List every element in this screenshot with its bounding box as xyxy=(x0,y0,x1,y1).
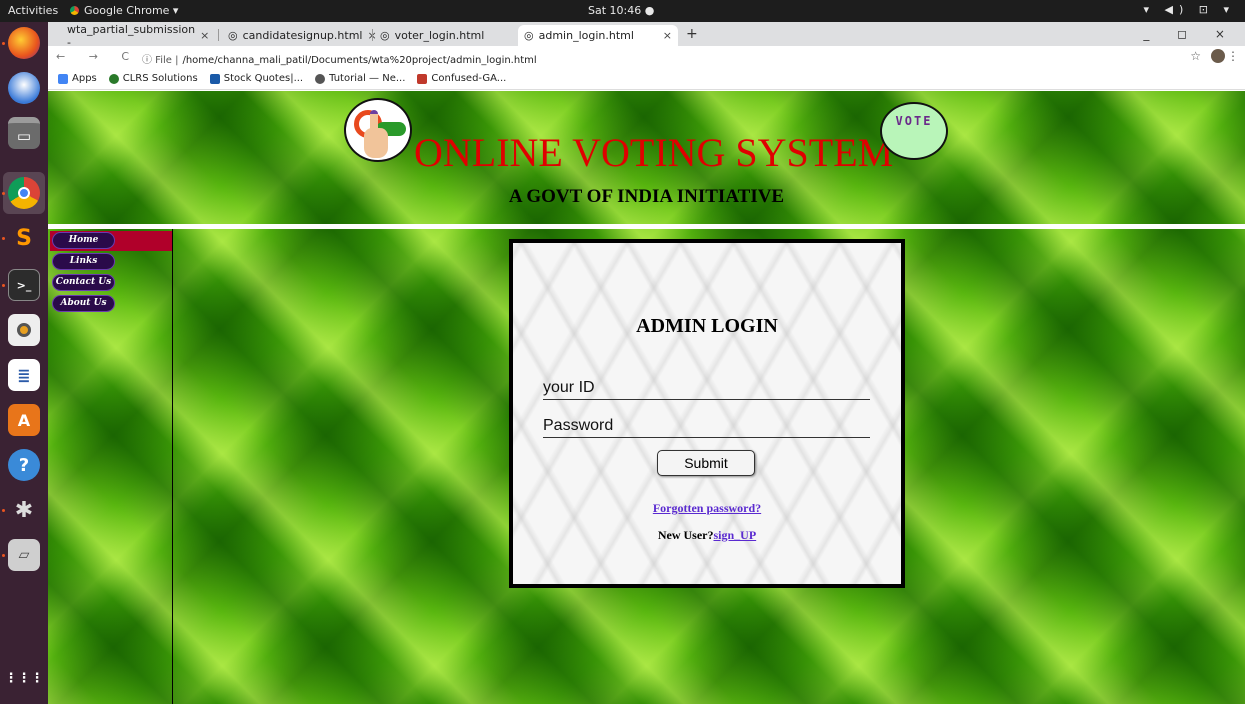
tab-voter-login[interactable]: ◎ voter_login.html xyxy=(374,25,516,46)
bookmark-label: Apps xyxy=(72,73,97,84)
tab-candidatesignup[interactable]: ◎ candidatesignup.html × xyxy=(222,25,377,46)
globe-icon: ◎ xyxy=(228,29,238,42)
bookmarks-bar: Apps CLRS Solutions Stock Quotes|... Tut… xyxy=(48,68,1245,90)
site-title: ONLINE VOTING SYSTEM xyxy=(414,130,894,175)
tab-strip: wta_partial_submission - × ◎ candidatesi… xyxy=(48,22,1245,49)
bookmark-confused-ga[interactable]: Confused-GA... xyxy=(417,73,506,84)
bookmark-label: Tutorial — Ne... xyxy=(329,73,406,84)
new-user-line: New User?sign_UP xyxy=(513,528,901,543)
chrome-window: wta_partial_submission - × ◎ candidatesi… xyxy=(48,22,1245,704)
chrome-menu-icon[interactable]: ⋮ xyxy=(1227,49,1239,63)
tab-label: voter_login.html xyxy=(394,29,485,42)
admin-id-input[interactable] xyxy=(543,376,870,400)
running-indicator xyxy=(2,284,5,287)
url-field[interactable]: ⓘ File | /home/channa_mali_patil/Document… xyxy=(142,51,537,66)
bookmark-star-icon[interactable]: ☆ xyxy=(1190,49,1201,63)
tab-label: candidatesignup.html xyxy=(242,29,363,42)
tab-close-icon[interactable]: × xyxy=(663,29,672,42)
running-indicator xyxy=(2,192,5,195)
site-info-icon[interactable]: ⓘ File | xyxy=(142,55,178,66)
bookmark-label: Stock Quotes|... xyxy=(223,73,304,84)
running-indicator xyxy=(2,237,5,240)
vote-logo-text: VOTE xyxy=(895,114,933,128)
dock: ▭ S >_ ≣ A ? ✱ ▱ ⋮⋮⋮ xyxy=(0,22,48,704)
page-header: ONLINE VOTING SYSTEM VOTE A GOVT OF INDI… xyxy=(48,91,1245,224)
new-tab-button[interactable]: + xyxy=(686,26,698,42)
firefox-icon[interactable] xyxy=(8,27,40,59)
system-tray[interactable]: ▾ ◀) ⊡ ▾ xyxy=(1143,3,1235,16)
bookmark-stock-quotes[interactable]: Stock Quotes|... xyxy=(209,73,304,84)
hand-shape xyxy=(364,128,388,158)
sublime-icon[interactable]: S xyxy=(8,222,40,254)
globe-icon: ◎ xyxy=(524,29,534,42)
app-menu-label: Google Chrome ▾ xyxy=(84,4,179,17)
clock[interactable]: Sat 10:46 ● xyxy=(588,4,654,17)
scanner-icon[interactable]: ▱ xyxy=(8,539,40,571)
app-grid-icon[interactable]: ⋮⋮⋮ xyxy=(5,662,44,694)
web-page: ONLINE VOTING SYSTEM VOTE A GOVT OF INDI… xyxy=(48,91,1245,704)
tab-label: admin_login.html xyxy=(538,29,634,42)
bookmark-label: Confused-GA... xyxy=(431,73,507,84)
signup-link[interactable]: sign_UP xyxy=(713,528,756,542)
clrs-icon xyxy=(108,73,119,84)
nav-contact-us[interactable]: Contact Us xyxy=(52,274,115,291)
bookmark-apps[interactable]: Apps xyxy=(58,73,97,84)
bookmark-tutorial[interactable]: Tutorial — Ne... xyxy=(315,73,405,84)
bookmark-label: CLRS Solutions xyxy=(122,73,198,84)
settings-icon[interactable]: ✱ xyxy=(8,494,40,526)
apps-grid-icon xyxy=(58,73,68,84)
tab-label: wta_partial_submission - xyxy=(67,22,196,49)
rhythmbox-icon[interactable] xyxy=(8,314,40,346)
globe-icon: ◎ xyxy=(380,29,390,42)
activities-button[interactable]: Activities xyxy=(8,4,58,17)
tab-separator xyxy=(218,29,219,41)
inked-finger xyxy=(370,110,378,132)
nav-links[interactable]: Links xyxy=(52,253,115,270)
ga-icon xyxy=(417,73,428,84)
new-user-label: New User? xyxy=(657,528,714,542)
software-center-icon[interactable]: A xyxy=(8,404,40,436)
running-indicator xyxy=(2,509,5,512)
tab-wta-partial-submission[interactable]: wta_partial_submission - × xyxy=(56,22,213,49)
chrome-small-icon xyxy=(70,6,79,15)
nav-buttons[interactable]: ← → C xyxy=(56,50,139,63)
app-menu[interactable]: Google Chrome ▾ xyxy=(70,4,178,17)
terminal-icon[interactable]: >_ xyxy=(8,269,40,301)
side-navigation: Home Links Contact Us About Us xyxy=(48,229,173,704)
stock-icon xyxy=(209,73,220,84)
bookmark-clrs-solutions[interactable]: CLRS Solutions xyxy=(108,73,198,84)
writer-icon[interactable]: ≣ xyxy=(8,359,40,391)
window-controls[interactable]: _ ◻ × xyxy=(1143,27,1237,41)
files-icon[interactable]: ▭ xyxy=(8,117,40,149)
system-top-bar: Activities Google Chrome ▾ Sat 10:46 ● ▾… xyxy=(0,0,1245,22)
address-bar-row: ← → C ⓘ File | /home/channa_mali_patil/Do… xyxy=(48,46,1245,68)
header-divider xyxy=(48,224,1245,229)
voting-hand-logo xyxy=(344,98,412,162)
login-heading: ADMIN LOGIN xyxy=(636,315,778,337)
chrome-icon[interactable] xyxy=(8,177,40,209)
help-icon[interactable]: ? xyxy=(8,449,40,481)
vote-logo: VOTE xyxy=(880,102,948,160)
tab-close-icon[interactable]: × xyxy=(200,29,209,42)
profile-avatar[interactable] xyxy=(1211,49,1225,63)
thunderbird-icon[interactable] xyxy=(8,72,40,104)
url-text: /home/channa_mali_patil/Documents/wta%20… xyxy=(182,55,537,66)
running-indicator xyxy=(2,554,5,557)
nav-home[interactable]: Home xyxy=(52,232,115,249)
submit-button[interactable]: Submit xyxy=(657,450,755,476)
running-indicator xyxy=(2,42,5,45)
forgotten-password-link[interactable]: Forgotten password? xyxy=(513,501,901,516)
globe-icon xyxy=(315,73,326,84)
password-input[interactable] xyxy=(543,414,870,438)
tab-admin-login[interactable]: ◎ admin_login.html × xyxy=(518,25,678,46)
site-subtitle: A GOVT OF INDIA INITIATIVE xyxy=(508,186,785,207)
tab-separator xyxy=(372,29,373,41)
admin-login-form: ADMIN LOGIN Submit Forgotten password? N… xyxy=(509,239,905,588)
nav-about-us[interactable]: About Us xyxy=(52,295,115,312)
